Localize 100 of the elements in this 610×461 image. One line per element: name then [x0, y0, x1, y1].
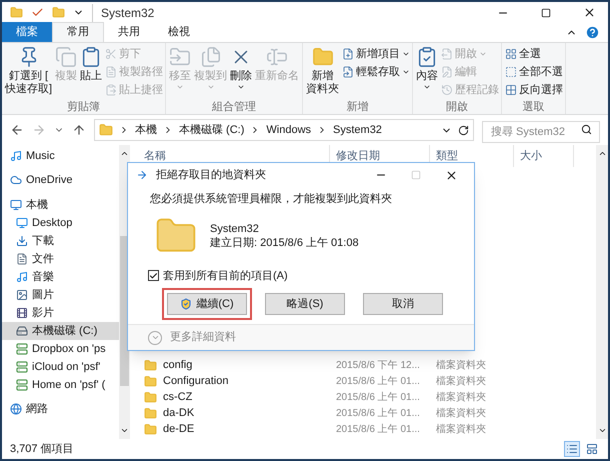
breadcrumb[interactable]: Windows	[266, 122, 312, 138]
modified-date: 2015/8/6 下午 12...	[336, 360, 420, 371]
apply-all-checkbox[interactable]: 套用到所有目前的項目(A)	[128, 268, 308, 284]
sidebar-item[interactable]: 本機	[2, 196, 119, 214]
sidebar-item[interactable]: 下載	[2, 232, 119, 250]
maximize-icon[interactable]	[541, 8, 551, 18]
search-field[interactable]: 搜尋 System32	[482, 121, 600, 143]
dialog-button[interactable]: 取消	[363, 293, 443, 315]
document-icon	[105, 66, 118, 78]
up-icon[interactable]	[72, 123, 86, 137]
breadcrumb[interactable]: 本機	[135, 122, 157, 138]
close-icon[interactable]	[583, 6, 596, 19]
folder-icon	[99, 123, 113, 137]
grid-icon	[505, 48, 518, 60]
sidebar-item[interactable]: OneDrive	[2, 171, 119, 189]
file-row[interactable]: da-DK 2015/8/6 上午 01... 檔案資料夾	[130, 405, 596, 421]
sidebar-item[interactable]: 網路	[2, 400, 119, 418]
file-row[interactable]: config 2015/8/6 下午 12... 檔案資料夾	[130, 357, 596, 373]
file-row[interactable]: Configuration 2015/8/6 上午 01... 檔案資料夾	[130, 373, 596, 389]
file-row[interactable]: de-DE 2015/8/6 上午 01... 檔案資料夾	[130, 421, 596, 437]
search-icon	[581, 124, 592, 135]
folder-icon	[144, 358, 157, 372]
folder-icon	[312, 46, 334, 68]
file-type: 檔案資料夾	[436, 360, 486, 371]
check-icon	[149, 270, 158, 281]
view-toggle[interactable]	[564, 441, 580, 457]
dialog-button[interactable]: 繼續(C)	[167, 293, 247, 315]
file-pen-icon	[441, 66, 454, 78]
scroll-down-icon[interactable]	[598, 426, 606, 435]
ribbon-button[interactable]: 反向選擇	[505, 81, 564, 99]
sidebar-item[interactable]: iCloud on 'psf'	[2, 358, 119, 376]
modified-date: 2015/8/6 上午 01...	[336, 376, 420, 387]
address-bar[interactable]: 本機 本機磁碟 (C:) Windows System32	[94, 119, 474, 141]
sidebar-item[interactable]: 本機磁碟 (C:)	[2, 322, 119, 340]
ribbon-button[interactable]: 全部不選	[505, 63, 564, 81]
file-row[interactable]: cs-CZ 2015/8/6 上午 01... 檔案資料夾	[130, 389, 596, 405]
sidebar-item[interactable]: Home on 'psf' (	[2, 376, 119, 394]
sidebar-item[interactable]: 文件	[2, 250, 119, 268]
scroll-up-icon[interactable]	[120, 149, 129, 158]
group-label: 選取	[522, 100, 545, 114]
download-icon	[16, 235, 28, 247]
grid-outline-icon	[505, 84, 518, 96]
ribbon-button[interactable]: 內容	[415, 43, 440, 100]
file-out-icon	[441, 48, 454, 60]
help-icon[interactable]	[585, 25, 600, 40]
ribbon-tab[interactable]: 檢視	[154, 22, 204, 42]
file-plus-icon	[342, 48, 354, 60]
dashed-square-icon	[505, 66, 518, 78]
ribbon-button[interactable]: 釘選到 [ 快速存取]	[4, 43, 54, 100]
file-name: cs-CZ	[163, 390, 192, 405]
file-type: 檔案資料夾	[436, 376, 486, 387]
file-type: 檔案資料夾	[436, 408, 486, 419]
monitor-icon	[16, 217, 28, 229]
sidebar-item[interactable]: 影片	[2, 304, 119, 322]
ribbon-tab[interactable]: 共用	[104, 22, 154, 42]
sidebar-item[interactable]: Dropbox on 'ps	[2, 340, 119, 358]
panel-icon	[586, 443, 598, 455]
ribbon-button[interactable]: 貼上	[79, 43, 104, 100]
ribbon-tab[interactable]: 檔案	[2, 22, 52, 42]
network-drive-icon	[16, 379, 28, 391]
network-drive-icon	[16, 343, 28, 355]
scroll-down-icon[interactable]	[120, 426, 129, 435]
transfer-icon	[136, 169, 148, 181]
refresh-icon[interactable]	[458, 124, 469, 136]
monitor-icon	[10, 199, 22, 211]
caret-icon	[423, 83, 432, 91]
breadcrumb[interactable]: 本機磁碟 (C:)	[179, 122, 244, 138]
folder-date: 建立日期: 2015/8/6 上午 01:08	[210, 236, 359, 250]
file-name: de-DE	[163, 422, 194, 437]
back-icon[interactable]	[10, 123, 24, 137]
folder-icon	[144, 406, 157, 420]
ribbon-tab[interactable]: 常用	[52, 22, 104, 42]
sidebar-item[interactable]: Music	[2, 147, 119, 165]
sidebar-item[interactable]: 音樂	[2, 268, 119, 286]
scroll-up-icon[interactable]	[598, 149, 606, 158]
sidebar-item[interactable]: 圖片	[2, 286, 119, 304]
sidebar-item[interactable]: Desktop	[2, 214, 119, 232]
group-label: 組合管理	[212, 100, 256, 114]
ribbon-button[interactable]: 刪除	[229, 43, 254, 100]
caret-icon	[206, 83, 215, 91]
ribbon-button[interactable]: 全選	[505, 45, 564, 63]
clipboard-paste-icon	[105, 84, 118, 96]
scrollbar[interactable]	[596, 145, 608, 439]
ribbon-button[interactable]: 輕鬆存取	[342, 63, 410, 81]
view-toggle[interactable]	[584, 441, 600, 457]
file-name: config	[163, 358, 192, 373]
ribbon-button[interactable]: 新增 資料夾	[305, 43, 340, 100]
breadcrumb[interactable]: System32	[333, 122, 382, 138]
column-header[interactable]: 大小	[514, 145, 574, 167]
caret-icon	[402, 50, 410, 58]
drive-icon	[16, 325, 28, 337]
item-count: 3,707 個項目	[10, 442, 74, 457]
film-icon	[16, 307, 28, 319]
dialog-button[interactable]: 略過(S)	[265, 293, 345, 315]
close-icon[interactable]	[445, 168, 458, 182]
ribbon-button[interactable]: 新增項目	[342, 45, 410, 63]
file-arrow-icon	[342, 66, 354, 78]
folder-icon	[10, 6, 23, 19]
document-icon	[16, 253, 28, 265]
folder-name: System32	[210, 222, 260, 236]
